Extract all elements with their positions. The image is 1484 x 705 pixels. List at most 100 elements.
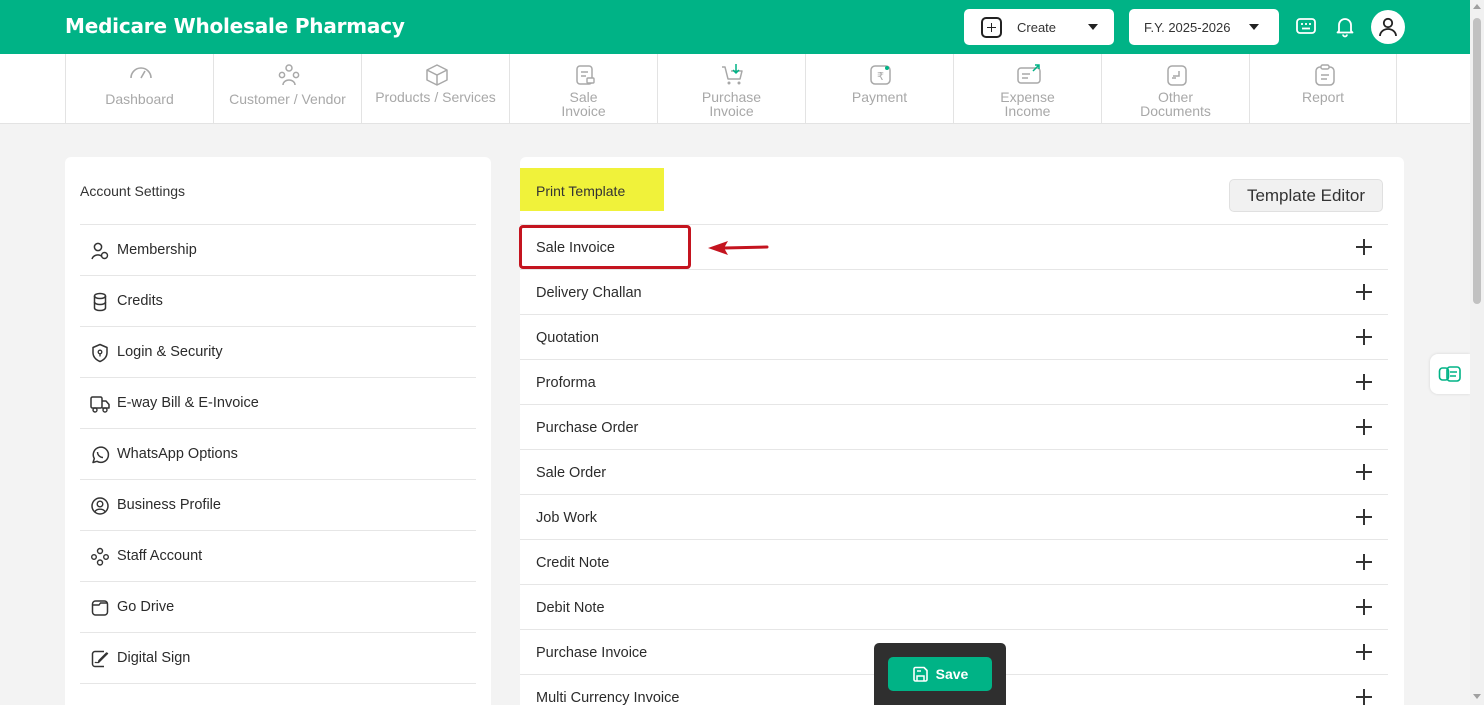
nav-customer-vendor[interactable]: Customer / Vendor bbox=[213, 54, 361, 123]
nav-label-line2: Income bbox=[1004, 103, 1051, 119]
settings-item-staff-account[interactable]: Staff Account bbox=[80, 531, 476, 582]
settings-item-membership[interactable]: Membership bbox=[80, 225, 476, 276]
top-bar: Medicare Wholesale Pharmacy Create F.Y. … bbox=[0, 0, 1470, 54]
settings-item-label: WhatsApp Options bbox=[117, 446, 238, 462]
template-row-label: Multi Currency Invoice bbox=[536, 690, 680, 705]
print-template-heading: Print Template bbox=[520, 168, 664, 211]
settings-item-eway-bill[interactable]: E-way Bill & E-Invoice bbox=[80, 378, 476, 429]
expand-plus-icon[interactable] bbox=[1356, 509, 1372, 525]
settings-item-whatsapp[interactable]: WhatsApp Options bbox=[80, 429, 476, 480]
template-row-purchase-order[interactable]: Purchase Order bbox=[520, 405, 1388, 450]
financial-year-label: F.Y. 2025-2026 bbox=[1144, 20, 1231, 35]
shield-icon bbox=[92, 343, 108, 363]
template-row-label: Purchase Invoice bbox=[536, 645, 648, 661]
create-button[interactable]: Create bbox=[964, 9, 1114, 45]
user-icon bbox=[1379, 17, 1397, 37]
whatsapp-icon bbox=[92, 446, 110, 464]
expand-plus-icon[interactable] bbox=[1356, 239, 1372, 255]
main-nav: Dashboard Customer / Vendor Products / S… bbox=[0, 54, 1470, 124]
keyboard-icon[interactable] bbox=[1294, 14, 1318, 38]
nav-label-line1: Purchase bbox=[701, 89, 762, 105]
folder-icon bbox=[91, 600, 109, 616]
coins-icon bbox=[93, 292, 107, 312]
side-widget[interactable] bbox=[1430, 354, 1470, 394]
settings-item-partial[interactable] bbox=[80, 684, 476, 705]
floppy-disk-icon bbox=[912, 666, 928, 682]
settings-item-go-drive[interactable]: Go Drive bbox=[80, 582, 476, 633]
template-editor-button[interactable]: Template Editor bbox=[1229, 179, 1383, 212]
expand-plus-icon[interactable] bbox=[1356, 464, 1372, 480]
page-scrollbar[interactable] bbox=[1470, 0, 1484, 705]
expand-plus-icon[interactable] bbox=[1356, 329, 1372, 345]
settings-item-label: E-way Bill & E-Invoice bbox=[117, 395, 259, 411]
account-settings-heading: Account Settings bbox=[80, 183, 186, 199]
expand-plus-icon[interactable] bbox=[1356, 284, 1372, 300]
expand-plus-icon[interactable] bbox=[1356, 644, 1372, 660]
nav-purchase-invoice[interactable]: Purchase Invoice bbox=[657, 54, 805, 123]
account-settings-panel: Account Settings Membership Credits Logi… bbox=[65, 157, 491, 705]
nav-products-services[interactable]: Products / Services bbox=[361, 54, 509, 123]
expense-icon bbox=[1017, 64, 1041, 84]
nav-sale-invoice[interactable]: Sale Invoice bbox=[509, 54, 657, 123]
expand-plus-icon[interactable] bbox=[1356, 554, 1372, 570]
nav-label: Report bbox=[1301, 89, 1345, 105]
nav-label-line2: Invoice bbox=[709, 103, 754, 119]
template-row-sale-order[interactable]: Sale Order bbox=[520, 450, 1388, 495]
annotation-arrow-icon bbox=[708, 241, 769, 255]
nav-label: Customer / Vendor bbox=[229, 91, 346, 107]
create-label: Create bbox=[1017, 19, 1057, 35]
users-icon bbox=[278, 64, 300, 86]
settings-item-login-security[interactable]: Login & Security bbox=[80, 327, 476, 378]
settings-item-credits[interactable]: Credits bbox=[80, 276, 476, 327]
app-title[interactable]: Medicare Wholesale Pharmacy bbox=[65, 14, 405, 38]
sign-icon bbox=[91, 650, 109, 668]
expand-plus-icon[interactable] bbox=[1356, 689, 1372, 705]
scroll-down-arrow-icon[interactable] bbox=[1473, 694, 1481, 699]
template-row-label: Credit Note bbox=[536, 555, 610, 571]
save-bar: Save bbox=[874, 643, 1006, 705]
bell-icon[interactable] bbox=[1333, 14, 1357, 38]
document-icon bbox=[1167, 65, 1187, 86]
gauge-icon bbox=[130, 67, 152, 79]
print-template-title: Print Template bbox=[536, 183, 626, 199]
template-row-debit-note[interactable]: Debit Note bbox=[520, 585, 1388, 630]
expand-plus-icon[interactable] bbox=[1356, 599, 1372, 615]
template-row-label: Delivery Challan bbox=[536, 285, 642, 301]
clipboard-icon bbox=[1315, 64, 1335, 86]
rupee-icon: ₹ bbox=[870, 65, 891, 85]
nav-expense-income[interactable]: Expense Income bbox=[953, 54, 1101, 123]
template-row-proforma[interactable]: Proforma bbox=[520, 360, 1388, 405]
template-row-credit-note[interactable]: Credit Note bbox=[520, 540, 1388, 585]
nav-label: Dashboard bbox=[105, 91, 174, 107]
scrollbar-thumb[interactable] bbox=[1473, 18, 1481, 304]
financial-year-select[interactable]: F.Y. 2025-2026 bbox=[1129, 9, 1279, 45]
settings-item-business-profile[interactable]: Business Profile bbox=[80, 480, 476, 531]
template-row-delivery-challan[interactable]: Delivery Challan bbox=[520, 270, 1388, 315]
nav-dashboard[interactable]: Dashboard bbox=[65, 54, 213, 123]
expand-plus-icon[interactable] bbox=[1356, 374, 1372, 390]
template-row-label: Job Work bbox=[536, 510, 597, 526]
box-icon bbox=[426, 64, 448, 86]
settings-item-label: Go Drive bbox=[117, 599, 175, 615]
settings-item-label: Credits bbox=[117, 293, 163, 309]
nav-other-documents[interactable]: Other Documents bbox=[1101, 54, 1249, 123]
partial-icon bbox=[90, 700, 110, 705]
nav-label-line1: Sale bbox=[569, 89, 598, 105]
settings-item-label: Membership bbox=[117, 242, 197, 258]
settings-item-digital-sign[interactable]: Digital Sign bbox=[80, 633, 476, 684]
template-row-label: Purchase Order bbox=[536, 420, 639, 436]
settings-item-label: Login & Security bbox=[117, 344, 223, 360]
avatar[interactable] bbox=[1371, 10, 1405, 44]
expand-plus-icon[interactable] bbox=[1356, 419, 1372, 435]
nav-label: Products / Services bbox=[375, 89, 496, 105]
save-button[interactable]: Save bbox=[888, 657, 992, 691]
cart-icon bbox=[722, 64, 743, 85]
template-row-quotation[interactable]: Quotation bbox=[520, 315, 1388, 360]
user-circle-icon bbox=[91, 497, 109, 515]
scroll-up-arrow-icon[interactable] bbox=[1473, 4, 1481, 9]
nav-payment[interactable]: ₹ Payment bbox=[805, 54, 953, 123]
nav-report[interactable]: Report bbox=[1249, 54, 1397, 123]
membership-icon bbox=[91, 242, 109, 260]
template-row-job-work[interactable]: Job Work bbox=[520, 495, 1388, 540]
plus-square-icon bbox=[981, 16, 1002, 38]
